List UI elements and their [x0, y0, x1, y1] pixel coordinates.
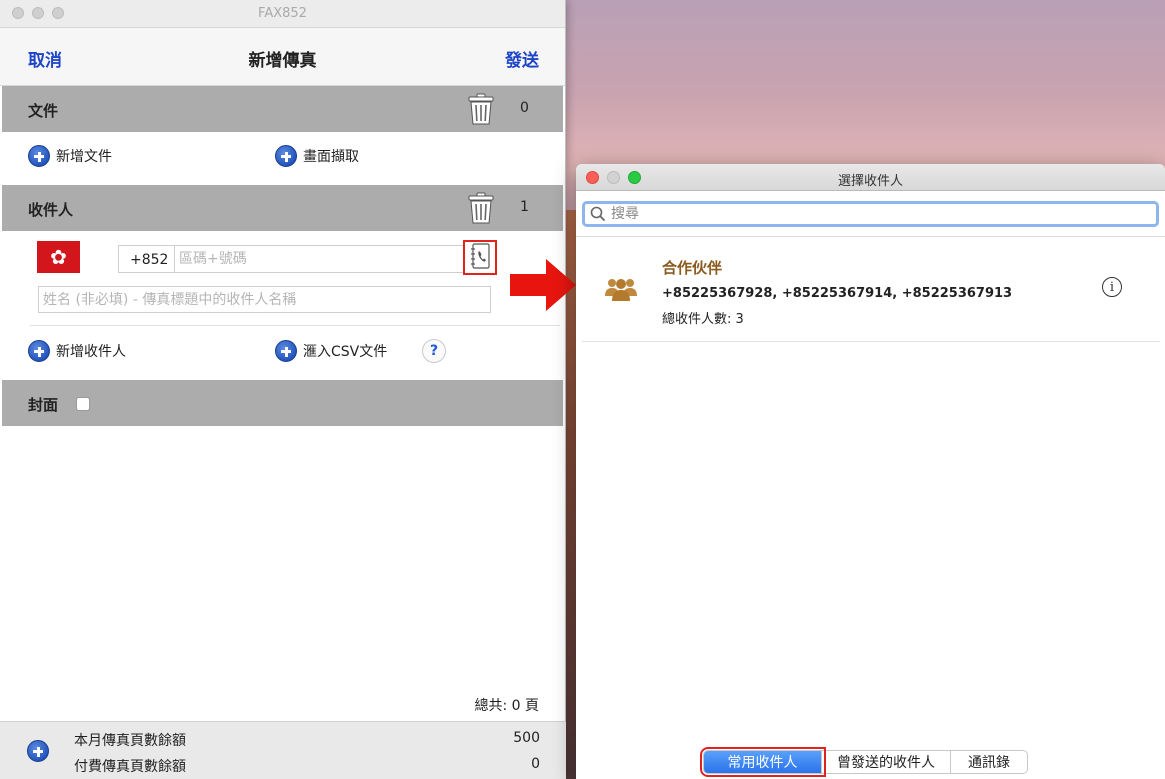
monthly-quota-label: 本月傳真頁數餘額 [74, 733, 186, 749]
add-document-label: 新增文件 [56, 149, 112, 165]
plus-circle-icon [275, 145, 297, 167]
total-pages-label: 總共: 0 頁 [474, 698, 539, 714]
fax-number-input[interactable] [174, 245, 464, 273]
divider [576, 236, 1165, 237]
tab-sent-recipients[interactable]: 曾發送的收件人 [822, 751, 951, 773]
divider [582, 341, 1160, 342]
group-name: 合作伙伴 [662, 259, 723, 277]
info-icon[interactable]: i [1102, 277, 1122, 297]
tab-favorites[interactable]: 常用收件人 [700, 747, 826, 777]
paid-quota-value: 0 [531, 756, 540, 772]
hong-kong-flag-icon[interactable]: ✿ [37, 241, 80, 273]
magnifier-icon [590, 206, 606, 222]
navigation-bar: 取消 新增傳真 發送 [0, 28, 565, 86]
window-title: FAX852 [258, 6, 307, 21]
recipients-section-header: 收件人 1 [2, 185, 563, 231]
buy-pages-plus-icon[interactable] [27, 740, 49, 762]
group-numbers: +85225367928, +85225367914, +85225367913 [662, 286, 1013, 301]
documents-count: 0 [520, 100, 529, 116]
screen-capture-button[interactable]: 畫面擷取 [275, 145, 359, 167]
select-recipient-dialog: 選擇收件人 合作伙伴 +85225367928, +85225367914, +… [576, 164, 1165, 779]
cover-checkbox[interactable] [76, 397, 90, 411]
group-total-recipients: 總收件人數: 3 [662, 312, 744, 327]
documents-section-header: 文件 0 [2, 86, 563, 132]
dialog-titlebar: 選擇收件人 [576, 164, 1165, 191]
add-document-button[interactable]: 新增文件 [28, 145, 112, 167]
trash-icon[interactable] [468, 192, 494, 224]
dialog-title: 選擇收件人 [837, 174, 903, 189]
address-book-phone-icon [469, 242, 491, 273]
new-fax-window: FAX852 取消 新增傳真 發送 文件 0 新增文件 畫面擷取 收件人 1 ✿… [0, 0, 566, 779]
recipient-source-tabs: 常用收件人 曾發送的收件人 通訊錄 [700, 747, 1028, 777]
tab-address-book[interactable]: 通訊錄 [951, 751, 1027, 773]
plus-circle-icon [28, 340, 50, 362]
recipient-name-input[interactable] [38, 286, 491, 313]
plus-circle-icon [28, 145, 50, 167]
help-button[interactable]: ? [422, 339, 446, 363]
send-button[interactable]: 發送 [505, 46, 539, 71]
people-group-icon [604, 274, 638, 304]
recipient-group-row[interactable]: 合作伙伴 +85225367928, +85225367914, +852253… [582, 244, 1160, 340]
search-input[interactable] [611, 204, 1151, 224]
recipients-section-title: 收件人 [28, 201, 74, 219]
country-code-field[interactable]: +852 [118, 245, 175, 273]
recipients-count: 1 [520, 199, 529, 215]
documents-section-title: 文件 [28, 102, 59, 120]
page-title: 新增傳真 [248, 51, 317, 71]
import-csv-button[interactable]: 滙入CSV文件 [275, 340, 387, 362]
quota-footer: 本月傳真頁數餘額 500 付費傳真頁數餘額 0 [0, 721, 566, 779]
divider [30, 325, 560, 326]
window-titlebar: FAX852 [0, 0, 565, 28]
import-csv-label: 滙入CSV文件 [303, 344, 388, 360]
add-recipient-button[interactable]: 新增收件人 [28, 340, 126, 362]
trash-icon[interactable] [468, 93, 494, 125]
plus-circle-icon [275, 340, 297, 362]
cover-section-title: 封面 [28, 396, 59, 414]
paid-quota-label: 付費傳真頁數餘額 [74, 759, 186, 775]
red-arrow-annotation [510, 259, 576, 311]
screen-capture-label: 畫面擷取 [303, 149, 359, 165]
add-recipient-label: 新增收件人 [56, 344, 126, 360]
search-field[interactable] [582, 201, 1159, 227]
contacts-picker-button[interactable] [463, 240, 497, 275]
monthly-quota-value: 500 [513, 730, 540, 746]
